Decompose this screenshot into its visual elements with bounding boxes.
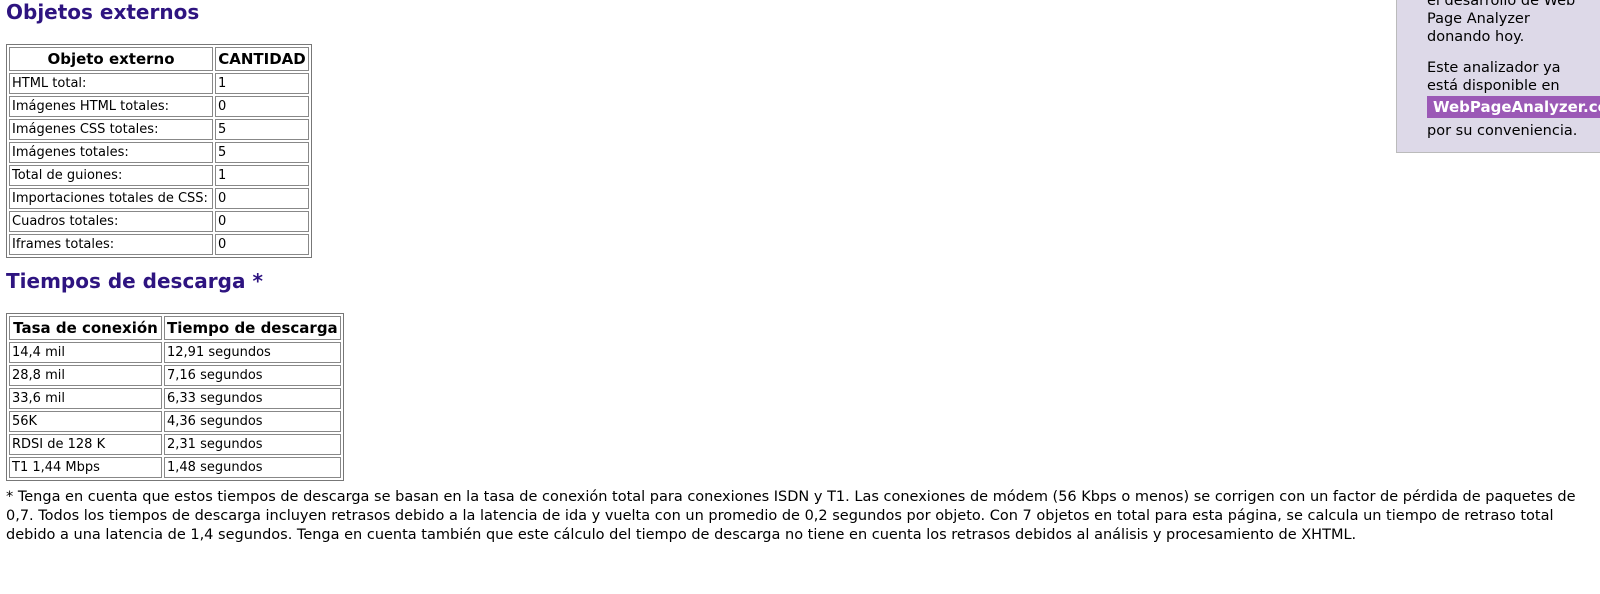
table-row: 28,8 mil 7,16 segundos (9, 365, 341, 386)
row-time: 12,91 segundos (164, 342, 341, 363)
row-rate: T1 1,44 Mbps (9, 457, 162, 478)
row-rate: 28,8 mil (9, 365, 162, 386)
external-objects-table: Objeto externo CANTIDAD HTML total: 1 Imá… (6, 44, 312, 258)
row-value: 0 (215, 96, 309, 117)
row-label: Imágenes totales: (9, 142, 213, 163)
row-value: 1 (215, 165, 309, 186)
table-row: RDSI de 128 K 2,31 segundos (9, 434, 341, 455)
row-label: Imágenes CSS totales: (9, 119, 213, 140)
column-header-tasa: Tasa de conexión (9, 316, 162, 340)
column-header-tiempo: Tiempo de descarga (164, 316, 341, 340)
table-row: Imágenes HTML totales: 0 (9, 96, 309, 117)
table-header-row: Objeto externo CANTIDAD (9, 47, 309, 71)
row-time: 6,33 segundos (164, 388, 341, 409)
table-row: Total de guiones: 1 (9, 165, 309, 186)
table-row: 14,4 mil 12,91 segundos (9, 342, 341, 363)
row-value: 1 (215, 73, 309, 94)
table-row: Imágenes totales: 5 (9, 142, 309, 163)
sidebar-line: donando hoy. (1427, 29, 1525, 45)
table-row: Imágenes CSS totales: 5 (9, 119, 309, 140)
table-row: Iframes totales: 0 (9, 234, 309, 255)
sidebar-line: Este analizador ya (1427, 60, 1561, 76)
table-row: T1 1,44 Mbps 1,48 segundos (9, 457, 341, 478)
row-label: HTML total: (9, 73, 213, 94)
heading-tiempos-de-descarga: Tiempos de descarga * (6, 269, 263, 293)
sidebar-availability-text: Este analizador ya está disponible en (1427, 59, 1561, 95)
table-row: HTML total: 1 (9, 73, 309, 94)
column-header-objeto: Objeto externo (9, 47, 213, 71)
row-value: 0 (215, 234, 309, 255)
row-value: 0 (215, 211, 309, 232)
sidebar-line: el desarrollo de Web (1427, 0, 1576, 9)
download-times-table: Tasa de conexión Tiempo de descarga 14,4… (6, 313, 344, 481)
column-header-cantidad: CANTIDAD (215, 47, 309, 71)
sidebar-line: por su conveniencia. (1427, 123, 1578, 139)
sidebar-line: está disponible en (1427, 78, 1560, 94)
row-label: Cuadros totales: (9, 211, 213, 232)
webpageanalyzer-link-badge[interactable]: WebPageAnalyzer.com (1427, 96, 1600, 118)
row-rate: 33,6 mil (9, 388, 162, 409)
table-row: Importaciones totales de CSS: 0 (9, 188, 309, 209)
sidebar-promo-text: el desarrollo de Web Page Analyzer donan… (1427, 0, 1575, 46)
row-value: 5 (215, 142, 309, 163)
table-row: 56K 4,36 segundos (9, 411, 341, 432)
row-time: 2,31 segundos (164, 434, 341, 455)
row-time: 1,48 segundos (164, 457, 341, 478)
row-value: 0 (215, 188, 309, 209)
sidebar-line: Page Analyzer (1427, 11, 1530, 27)
heading-objetos-externos: Objetos externos (6, 0, 200, 24)
table-row: Cuadros totales: 0 (9, 211, 309, 232)
row-label: Importaciones totales de CSS: (9, 188, 213, 209)
table-row: 33,6 mil 6,33 segundos (9, 388, 341, 409)
row-label: Iframes totales: (9, 234, 213, 255)
row-rate: 56K (9, 411, 162, 432)
row-label: Imágenes HTML totales: (9, 96, 213, 117)
row-label: Total de guiones: (9, 165, 213, 186)
row-rate: 14,4 mil (9, 342, 162, 363)
row-rate: RDSI de 128 K (9, 434, 162, 455)
table-header-row: Tasa de conexión Tiempo de descarga (9, 316, 341, 340)
row-time: 4,36 segundos (164, 411, 341, 432)
download-times-footnote: * Tenga en cuenta que estos tiempos de d… (6, 489, 1576, 543)
sidebar-promo: el desarrollo de Web Page Analyzer donan… (1396, 0, 1600, 153)
row-time: 7,16 segundos (164, 365, 341, 386)
row-value: 5 (215, 119, 309, 140)
